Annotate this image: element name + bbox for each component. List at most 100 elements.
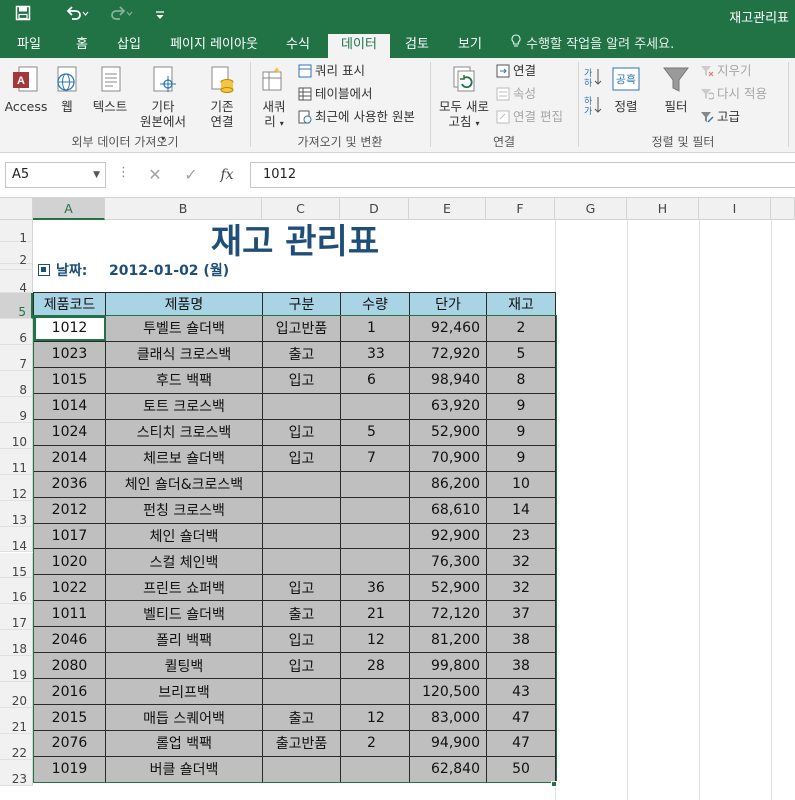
cell-stock[interactable]: 50 (486, 755, 556, 783)
cell-product-code[interactable]: 2046 (33, 626, 106, 654)
column-header-partial[interactable] (771, 198, 795, 220)
date-label[interactable]: 날짜: (56, 260, 87, 280)
cell-product-name[interactable]: 폴리 백팩 (105, 626, 263, 654)
clear-filter-button[interactable]: 지우기 (700, 62, 752, 80)
row-header-1[interactable]: 1 (0, 220, 33, 245)
cell-quantity[interactable]: 36 (340, 574, 410, 602)
column-header-b[interactable]: B (105, 198, 262, 220)
refresh-all-button[interactable]: 모두 새로 고침 ▾ (436, 64, 492, 131)
cell-category[interactable]: 출고 (262, 704, 341, 731)
properties-button[interactable]: 속성 (496, 85, 536, 103)
cell-unit-price[interactable]: 63,920 (409, 392, 487, 420)
header-unit-price[interactable]: 단가 (409, 292, 487, 316)
cell-category[interactable] (262, 392, 341, 420)
tab-file[interactable]: 파일 (6, 34, 52, 58)
cell-product-code[interactable]: 1014 (33, 392, 106, 420)
cell-product-code[interactable]: 1012 (33, 315, 106, 342)
cell-quantity[interactable] (340, 548, 410, 576)
cell-category[interactable]: 입고 (262, 444, 341, 472)
cell-unit-price[interactable]: 86,200 (409, 470, 487, 498)
cell-product-code[interactable]: 2076 (33, 730, 106, 757)
tab-insert[interactable]: 삽입 (108, 34, 150, 58)
from-web-button[interactable]: 웹 (50, 64, 84, 114)
cell-category[interactable] (262, 496, 341, 524)
cell-quantity[interactable] (340, 496, 410, 524)
cell-unit-price[interactable]: 52,900 (409, 574, 487, 602)
header-stock[interactable]: 재고 (486, 292, 556, 316)
tab-formulas[interactable]: 수식 (276, 34, 320, 58)
cell-stock[interactable]: 2 (486, 315, 556, 342)
cell-product-name[interactable]: 스컬 체인백 (105, 548, 263, 576)
cell-stock[interactable]: 9 (486, 392, 556, 420)
header-category[interactable]: 구분 (262, 292, 341, 316)
cell-stock[interactable]: 9 (486, 418, 556, 446)
cell-unit-price[interactable]: 94,900 (409, 730, 487, 757)
cell-category[interactable] (262, 755, 341, 783)
reapply-button[interactable]: 다시 적용 (700, 85, 767, 103)
cell-product-code[interactable]: 1024 (33, 418, 106, 446)
show-queries-button[interactable]: 쿼리 표시 (298, 62, 365, 80)
cell-product-code[interactable]: 2036 (33, 470, 106, 498)
tab-page-layout[interactable]: 페이지 레이아웃 (162, 34, 266, 58)
column-header-g[interactable]: G (555, 198, 627, 220)
cell-quantity[interactable] (340, 470, 410, 498)
existing-connections-button[interactable]: 기존 연결 (200, 64, 244, 129)
cell-product-name[interactable]: 체인 숄더백 (105, 522, 263, 550)
cell-product-name[interactable]: 클래식 크로스백 (105, 340, 263, 368)
cell-product-name[interactable]: 벨티드 숄더백 (105, 600, 263, 628)
cell-quantity[interactable] (340, 678, 410, 706)
column-header-f[interactable]: F (486, 198, 555, 220)
cell-category[interactable]: 입고 (262, 418, 341, 446)
cell-unit-price[interactable]: 120,500 (409, 678, 487, 706)
row-header-7[interactable]: 7 (0, 344, 33, 371)
row-header-11[interactable]: 11 (0, 448, 33, 475)
edit-links-button[interactable]: 연결 편집 (496, 108, 563, 126)
header-product-name[interactable]: 제품명 (105, 292, 263, 316)
column-header-h[interactable]: H (627, 198, 699, 220)
cell-stock[interactable]: 10 (486, 470, 556, 498)
cell-unit-price[interactable]: 83,000 (409, 704, 487, 731)
row-header-22[interactable]: 22 (0, 734, 33, 760)
cell-quantity[interactable] (340, 392, 410, 420)
sort-button[interactable]: 공흑 정렬 (608, 64, 644, 114)
cell-product-name[interactable]: 매듭 스퀘어백 (105, 704, 263, 731)
connections-button[interactable]: 연결 (496, 62, 536, 80)
sheet-title[interactable]: 재고 관리표 (105, 220, 485, 264)
column-header-i[interactable]: I (699, 198, 771, 220)
header-quantity[interactable]: 수량 (340, 292, 410, 316)
row-header-19[interactable]: 19 (0, 656, 33, 682)
date-value[interactable]: 2012-01-02 (월) (109, 260, 229, 280)
cell-quantity[interactable]: 12 (340, 704, 410, 731)
row-header-4[interactable]: 4 (0, 270, 33, 295)
cell-category[interactable] (262, 522, 341, 550)
tab-view[interactable]: 보기 (448, 34, 492, 58)
customize-toolbar-icon[interactable] (150, 5, 170, 27)
cell-product-name[interactable]: 퀼팅백 (105, 652, 263, 680)
cell-stock[interactable]: 47 (486, 704, 556, 731)
cell-unit-price[interactable]: 72,920 (409, 340, 487, 368)
cell-quantity[interactable]: 12 (340, 626, 410, 654)
cell-product-name[interactable]: 체인 숄더&크로스백 (105, 470, 263, 498)
header-product-code[interactable]: 제품코드 (33, 292, 106, 316)
cell-unit-price[interactable]: 52,900 (409, 418, 487, 446)
cell-product-code[interactable]: 2012 (33, 496, 106, 524)
column-header-e[interactable]: E (409, 198, 486, 220)
cell-product-name[interactable]: 펀칭 크로스백 (105, 496, 263, 524)
cell-product-name[interactable]: 버클 숄더백 (105, 755, 263, 783)
cell-stock[interactable]: 14 (486, 496, 556, 524)
cell-product-name[interactable]: 체르보 숄더백 (105, 444, 263, 472)
row-header-12[interactable]: 12 (0, 474, 33, 501)
cell-stock[interactable]: 5 (486, 340, 556, 368)
filter-button[interactable]: 필터 (656, 64, 696, 114)
cell-quantity[interactable]: 7 (340, 444, 410, 472)
row-header-21[interactable]: 21 (0, 708, 33, 734)
fill-handle[interactable] (551, 781, 557, 787)
cell-product-name[interactable]: 토트 크로스백 (105, 392, 263, 420)
row-header-17[interactable]: 17 (0, 604, 33, 630)
row-header-23[interactable]: 23 (0, 760, 33, 786)
tab-home[interactable]: 홈 (64, 34, 100, 58)
cell-unit-price[interactable]: 70,900 (409, 444, 487, 472)
cell-product-code[interactable]: 1015 (33, 366, 106, 394)
row-header-15[interactable]: 15 (0, 552, 33, 579)
cell-quantity[interactable] (340, 755, 410, 783)
